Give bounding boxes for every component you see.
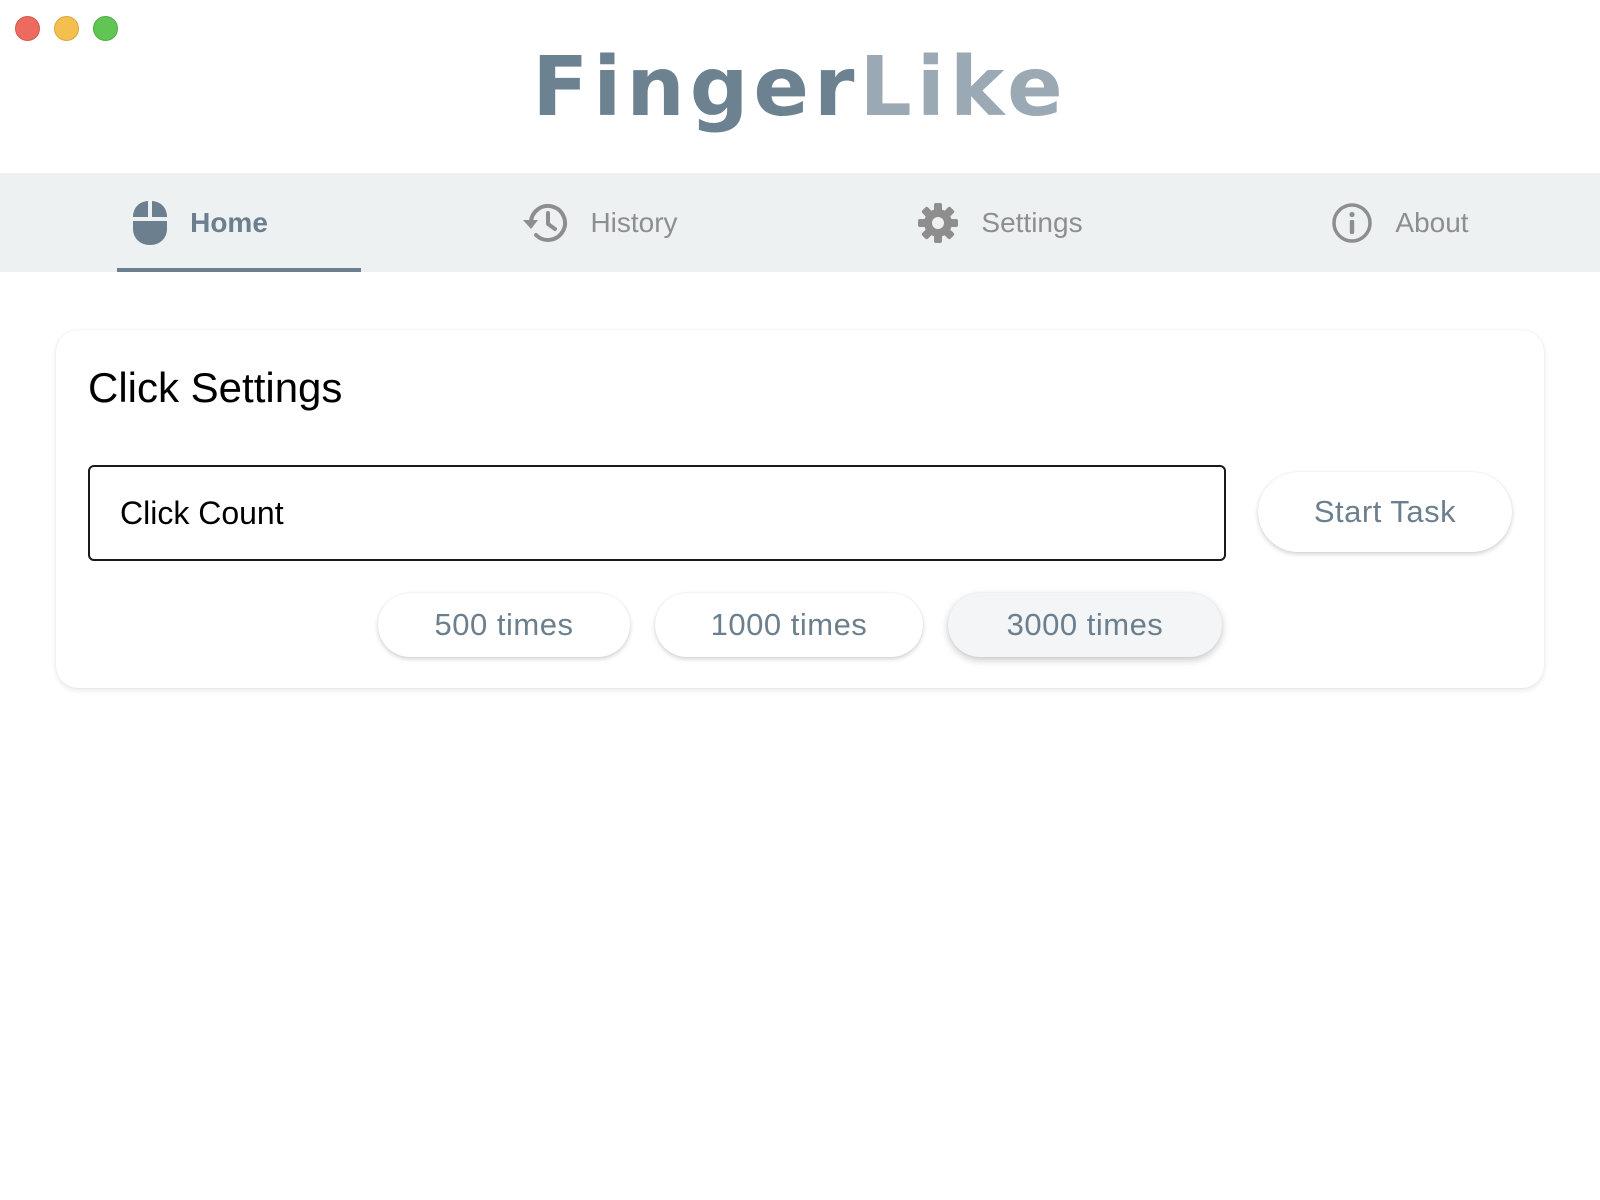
- app-logo: FingerLike: [0, 38, 1600, 138]
- active-tab-indicator: [117, 268, 361, 272]
- history-icon: [522, 202, 568, 244]
- app-window: FingerLike Home History Settings About C…: [0, 0, 1600, 1200]
- preset-buttons: 500 times 1000 times 3000 times: [56, 593, 1544, 657]
- preset-3000-button[interactable]: 3000 times: [948, 593, 1222, 657]
- tab-settings[interactable]: Settings: [800, 173, 1200, 272]
- tab-home[interactable]: Home: [0, 173, 400, 272]
- main-nav: Home History Settings About: [0, 173, 1600, 272]
- info-icon: [1331, 202, 1373, 244]
- tab-about[interactable]: About: [1200, 173, 1600, 272]
- tab-settings-label: Settings: [981, 206, 1083, 238]
- mouse-icon: [132, 200, 168, 246]
- tab-home-label: Home: [190, 206, 268, 238]
- gear-icon: [917, 202, 959, 244]
- logo-text-like: Like: [859, 40, 1068, 135]
- tab-history-label: History: [590, 206, 678, 238]
- preset-500-button[interactable]: 500 times: [378, 593, 630, 657]
- logo-text-finger: Finger: [532, 40, 860, 135]
- start-task-button[interactable]: Start Task: [1258, 472, 1512, 552]
- tab-about-label: About: [1395, 206, 1469, 238]
- card-title: Click Settings: [88, 364, 343, 411]
- click-settings-card: Click Settings Start Task 500 times 1000…: [56, 330, 1544, 688]
- preset-1000-button[interactable]: 1000 times: [655, 593, 923, 657]
- tab-history[interactable]: History: [400, 173, 800, 272]
- click-count-input[interactable]: [88, 465, 1226, 561]
